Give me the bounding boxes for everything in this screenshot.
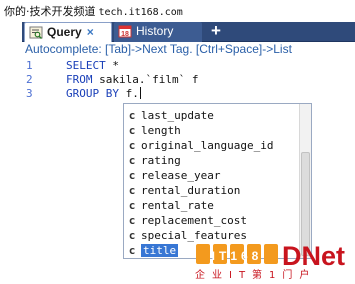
autocomplete-item[interactable]: c rental_rate <box>124 198 300 213</box>
logo-brand-right: DNet <box>282 241 345 271</box>
text-caret <box>139 87 141 99</box>
column-icon: c <box>128 154 136 167</box>
line-number: 1 <box>26 59 33 72</box>
column-icon: c <box>128 199 136 212</box>
tab-bar: Query × 18 History + <box>22 22 355 42</box>
editor-gutter <box>0 58 22 258</box>
sql-keyword: GROUP BY <box>66 87 119 100</box>
tab-query[interactable]: Query × <box>24 22 112 42</box>
code-line-2[interactable]: FROM sakila.`film` f <box>66 73 198 87</box>
code-text: f. <box>118 87 139 100</box>
watermark-banner: 你的·技术开发频道 tech.it168.com <box>4 2 183 22</box>
autocomplete-popup[interactable]: c last_update c length c original_language_id… <box>123 103 312 259</box>
autocomplete-item-label: title <box>141 244 179 257</box>
autocomplete-item-label: replacement_cost <box>141 214 247 227</box>
column-icon: c <box>128 139 136 152</box>
code-line-3[interactable]: GROUP BY f. <box>66 87 141 101</box>
column-icon: c <box>128 109 136 122</box>
tab-query-label: Query <box>47 25 82 39</box>
watermark-site: tech.it168.com <box>98 7 183 18</box>
code-text: sakila.`film` f <box>92 73 199 86</box>
logo-tagline: 企业IT第1门户 <box>195 270 317 281</box>
column-icon: c <box>128 184 136 197</box>
column-icon: c <box>128 214 136 227</box>
code-text: * <box>105 59 119 72</box>
history-calendar-icon: 18 <box>118 25 132 38</box>
column-icon: c <box>128 229 136 242</box>
tab-history[interactable]: 18 History <box>114 22 202 42</box>
autocomplete-item-label: rental_duration <box>141 184 241 197</box>
autocomplete-item[interactable]: c rental_duration <box>124 183 300 198</box>
tab-history-label: History <box>136 24 174 38</box>
autocomplete-item[interactable]: c length <box>124 123 300 138</box>
autocomplete-item-label: rental_rate <box>141 199 214 212</box>
autocomplete-item-label: release_year <box>141 169 221 182</box>
watermark-text: 你的·技术开发频道 <box>4 5 96 18</box>
autocomplete-item-label: length <box>141 124 181 137</box>
autocomplete-item[interactable]: c rating <box>124 153 300 168</box>
sql-keyword: SELECT <box>66 59 106 72</box>
code-line-1[interactable]: SELECT * <box>66 59 119 73</box>
popup-scrollbar[interactable] <box>299 104 311 258</box>
autocomplete-hint: Autocomplete: [Tab]->Next Tag. [Ctrl+Spa… <box>22 42 355 58</box>
column-icon: c <box>128 169 136 182</box>
calendar-day-text: 18 <box>121 31 129 38</box>
query-tab-icon <box>29 26 43 39</box>
autocomplete-item-label: original_language_id <box>141 139 274 152</box>
logo-brand-left: IT168 <box>212 249 263 263</box>
autocomplete-item[interactable]: c original_language_id <box>124 138 300 153</box>
autocomplete-item-label: last_update <box>141 109 214 122</box>
column-icon: c <box>128 124 136 137</box>
line-number: 2 <box>26 73 33 86</box>
autocomplete-item-label: rating <box>141 154 181 167</box>
autocomplete-item[interactable]: c release_year <box>124 168 300 183</box>
autocomplete-item[interactable]: c last_update <box>124 108 300 123</box>
autocomplete-item[interactable]: c replacement_cost <box>124 213 300 228</box>
new-tab-button[interactable]: + <box>206 22 226 42</box>
line-number: 3 <box>26 87 33 100</box>
tab-close-icon[interactable]: × <box>87 25 94 39</box>
column-icon: c <box>128 244 136 257</box>
sql-keyword: FROM <box>66 73 93 86</box>
